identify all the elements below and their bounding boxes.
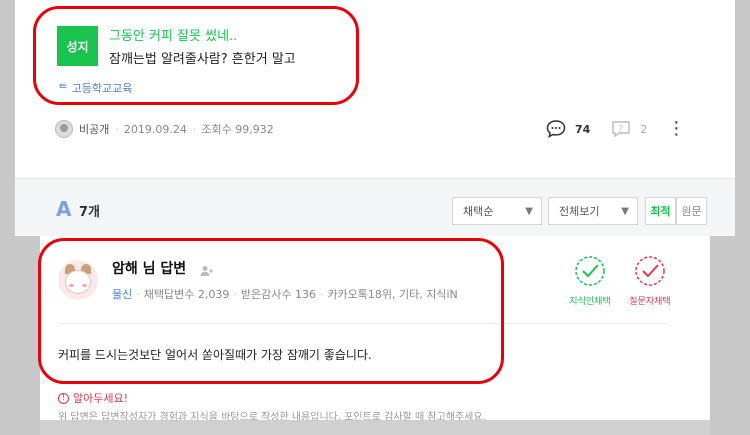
more-options-icon[interactable]: ⋮: [667, 120, 685, 138]
chevron-down-icon: ▼: [621, 205, 629, 217]
filter-select-value: 전체보기: [559, 205, 600, 218]
check-badge-icon: [635, 256, 665, 286]
chevron-down-icon: ▼: [525, 205, 533, 217]
meta-separator: ·: [319, 288, 324, 301]
bottom-overlay: [0, 420, 750, 435]
sort-select-value: 채택순: [463, 205, 494, 218]
answerer-level[interactable]: 물신: [112, 288, 132, 301]
asker-adopt-badge: 질문자채택: [620, 254, 680, 307]
check-badge-icon: [575, 256, 605, 286]
divider: [58, 323, 668, 324]
follow-user-icon[interactable]: [200, 262, 214, 281]
notice-title: ! 알아두세요!: [58, 390, 128, 406]
question-date: 2019.09.24: [123, 122, 187, 136]
answerer-adopted: 채택답변수 2,039: [143, 288, 230, 301]
notice-title-text: 알아두세요!: [73, 392, 129, 405]
question-category-tag[interactable]: ᄐ 고등학교교육: [58, 80, 132, 96]
avatar-icon: [55, 120, 73, 138]
answerer-name[interactable]: 암해 님 답변: [112, 258, 186, 278]
answer-count: 7개: [79, 205, 101, 220]
question-title[interactable]: 그동안 커피 잘못 썼네..: [109, 25, 237, 44]
sort-select[interactable]: 채택순 ▼: [452, 197, 542, 225]
answer-glyph: A: [56, 197, 72, 221]
answerer-thanks: 받은감사수 136: [240, 288, 316, 301]
answerer-rank: 카카오톡18위, 기타, 지식iN: [327, 288, 458, 301]
meta-separator: ·: [115, 122, 119, 136]
comment-count: 74: [575, 122, 591, 136]
knowledge-adopt-label: 지식인채택: [569, 297, 611, 307]
meta-separator: ·: [136, 288, 140, 301]
meta-separator: ·: [233, 288, 237, 301]
answer-body: 커피를 드시는것보단 얼어서 쏟아질때가 가장 잠깨기 좋습니다.: [58, 348, 372, 362]
knowledge-adopt-badge: 지식인채택: [560, 254, 620, 307]
reply-question-icon[interactable]: ?: [610, 118, 632, 140]
alert-icon: !: [58, 392, 69, 404]
svg-text:?: ?: [619, 124, 623, 133]
answerer-meta: 물신 · 채택답변수 2,039 · 받은감사수 136 · 카카오톡18위, 기타, 지식…: [112, 286, 458, 302]
question-views: 조회수 99,932: [201, 123, 274, 136]
comment-icon[interactable]: [545, 118, 567, 140]
answerer-avatar[interactable]: [58, 260, 98, 300]
toggle-original[interactable]: 원문: [676, 197, 707, 225]
answer-card: 암해 님 답변 물신 · 채택답변수 2,039 · 받은감사수 136 · 카카오톡18위…: [40, 236, 710, 435]
question-actions: 74 ? 2 ⋮: [545, 118, 685, 140]
reply-count: 2: [640, 122, 648, 136]
answers-header: A 7개 채택순 ▼ 전체보기 ▼ 최적 원문: [15, 178, 735, 236]
question-badge: 성지: [57, 26, 98, 66]
question-author: 비공개: [79, 123, 110, 136]
question-meta: 비공개 · 2019.09.24 · 조회수 99,932: [55, 120, 274, 138]
meta-separator: ·: [192, 122, 197, 136]
filter-select[interactable]: 전체보기 ▼: [548, 197, 638, 225]
question-body: 잠깨는법 알려줄사람? 흔한거 말고: [109, 52, 296, 67]
asker-adopt-label: 질문자채택: [629, 297, 671, 307]
question-card: 성지 그동안 커피 잘못 썼네.. 잠깨는법 알려줄사람? 흔한거 말고 ᄐ 고…: [15, 0, 735, 178]
toggle-best[interactable]: 최적: [645, 197, 676, 225]
